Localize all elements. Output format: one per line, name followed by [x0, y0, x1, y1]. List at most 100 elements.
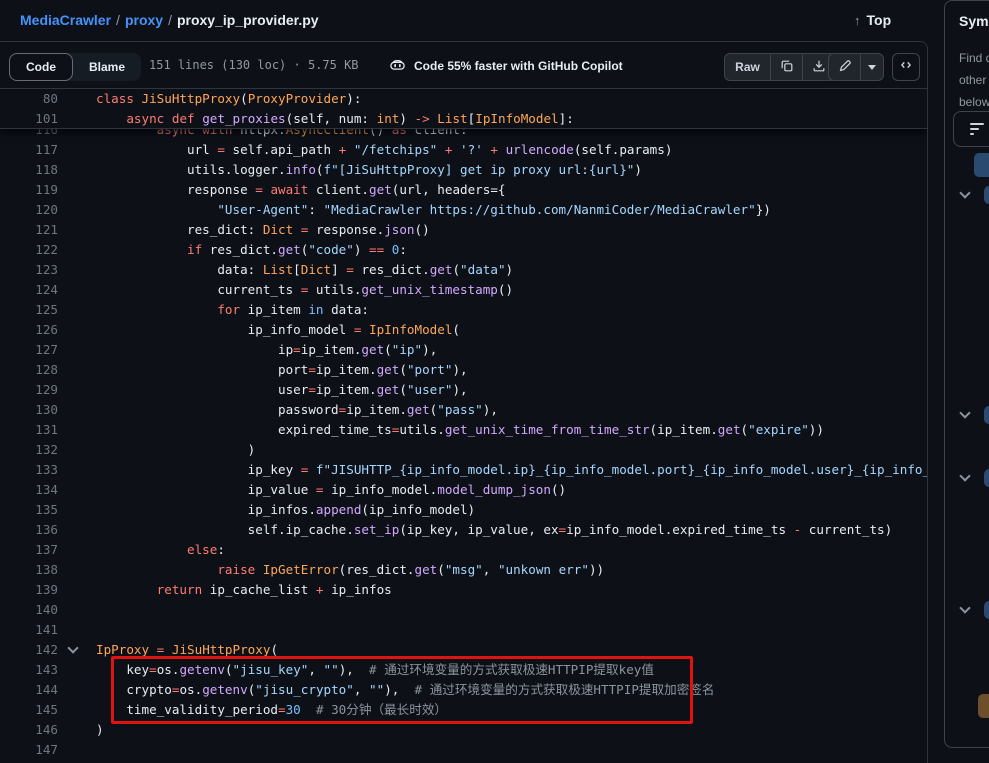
line-number[interactable]: 142: [0, 640, 58, 660]
line-number[interactable]: 120: [0, 200, 58, 220]
edit-options-dropdown[interactable]: [860, 54, 883, 80]
code-line: 128 port=ip_item.get("port"),: [0, 360, 927, 380]
line-number[interactable]: 128: [0, 360, 58, 380]
line-number[interactable]: 146: [0, 720, 58, 740]
line-number[interactable]: 134: [0, 480, 58, 500]
symbols-filter-button[interactable]: [953, 111, 989, 147]
back-to-top-button[interactable]: ↑Top: [854, 12, 891, 28]
code-text: ip_info_model = IpInfoModel(: [96, 320, 460, 340]
code-text: ip=ip_item.get("ip"),: [96, 340, 437, 360]
edit-group: [828, 53, 884, 81]
code-line: 139 return ip_cache_list + ip_infos: [0, 580, 927, 600]
line-number[interactable]: 125: [0, 300, 58, 320]
line-number[interactable]: 131: [0, 420, 58, 440]
line-number[interactable]: 145: [0, 700, 58, 720]
edit-file-button[interactable]: [829, 54, 860, 80]
code-text: class JiSuHttpProxy(ProxyProvider):: [96, 89, 361, 109]
line-number[interactable]: 139: [0, 580, 58, 600]
copilot-banner-text: Code 55% faster with GitHub Copilot: [414, 59, 623, 73]
line-number[interactable]: 117: [0, 140, 58, 160]
code-text: utils.logger.info(f"[JiSuHttpProxy] get …: [96, 160, 642, 180]
code-text: url = self.api_path + "/fetchips" + '?' …: [96, 140, 672, 160]
code-panel: 116 async with httpx.AsyncClient() as cl…: [0, 89, 927, 763]
line-number[interactable]: 140: [0, 600, 58, 620]
line-number[interactable]: 129: [0, 380, 58, 400]
code-line: 126 ip_info_model = IpInfoModel(: [0, 320, 927, 340]
line-number[interactable]: 121: [0, 220, 58, 240]
symbol-collapse-chevron-icon[interactable]: [959, 407, 970, 418]
breadcrumb-bar: MediaCrawler/proxy/proxy_ip_provider.py …: [0, 0, 928, 41]
code-line: 120 "User-Agent": "MediaCrawler https://…: [0, 200, 927, 220]
symbol-item-chip[interactable]: [984, 406, 989, 424]
code-blame-switch: Code Blame: [9, 53, 141, 81]
code-line: 132 ): [0, 440, 927, 460]
line-number[interactable]: 132: [0, 440, 58, 460]
raw-button[interactable]: Raw: [725, 54, 770, 80]
code-text: current_ts = utils.get_unix_timestamp(): [96, 280, 513, 300]
symbol-item-chip[interactable]: [984, 186, 989, 204]
symbols-panel-toggle-button[interactable]: [892, 53, 920, 81]
line-number[interactable]: 133: [0, 460, 58, 480]
code-line: 141: [0, 620, 927, 640]
code-text: port=ip_item.get("port"),: [96, 360, 468, 380]
symbol-item-chip[interactable]: [974, 153, 989, 177]
line-number[interactable]: 118: [0, 160, 58, 180]
tab-blame[interactable]: Blame: [73, 53, 141, 81]
symbol-collapse-chevron-icon[interactable]: [959, 602, 970, 613]
breadcrumb-repo-link[interactable]: MediaCrawler: [20, 12, 111, 28]
line-number[interactable]: 123: [0, 260, 58, 280]
line-number[interactable]: 130: [0, 400, 58, 420]
code-text: expired_time_ts=utils.get_unix_time_from…: [96, 420, 824, 440]
symbol-collapse-chevron-icon[interactable]: [959, 470, 970, 481]
code-text: user=ip_item.get("user"),: [96, 380, 468, 400]
code-line: 122 if res_dict.get("code") == 0:: [0, 240, 927, 260]
symbol-item-chip[interactable]: [978, 694, 989, 718]
symbol-item-chip[interactable]: [984, 469, 989, 487]
line-number[interactable]: 147: [0, 740, 58, 760]
line-number[interactable]: 138: [0, 560, 58, 580]
line-number[interactable]: 127: [0, 340, 58, 360]
code-text: res_dict: Dict = response.json(): [96, 220, 430, 240]
code-text: return ip_cache_list + ip_infos: [96, 580, 392, 600]
symbol-item-chip[interactable]: [984, 601, 989, 619]
code-text: ): [96, 440, 255, 460]
file-toolbar: Code Blame 151 lines (130 loc) · 5.75 KB…: [0, 42, 927, 89]
code-line: 137 else:: [0, 540, 927, 560]
chevron-down-icon: [868, 65, 876, 70]
line-number[interactable]: 101: [0, 109, 58, 129]
line-number[interactable]: 136: [0, 520, 58, 540]
line-number[interactable]: 143: [0, 660, 58, 680]
copilot-icon: [389, 57, 406, 74]
symbols-panel-description: Find definitions and references for func…: [959, 47, 989, 113]
breadcrumb-folder-link[interactable]: proxy: [125, 12, 163, 28]
symbols-sidebar: Symbols Find definitions and references …: [944, 0, 989, 748]
line-number[interactable]: 80: [0, 89, 58, 109]
line-number[interactable]: 144: [0, 680, 58, 700]
download-icon: [812, 59, 826, 76]
code-line: 140: [0, 600, 927, 620]
copilot-banner[interactable]: Code 55% faster with GitHub Copilot: [389, 57, 623, 74]
line-number[interactable]: 122: [0, 240, 58, 260]
line-number[interactable]: 137: [0, 540, 58, 560]
code-line: 138 raise IpGetError(res_dict.get("msg",…: [0, 560, 927, 580]
code-line: 135 ip_infos.append(ip_info_model): [0, 500, 927, 520]
code-text: password=ip_item.get("pass"),: [96, 400, 498, 420]
line-number[interactable]: 126: [0, 320, 58, 340]
symbol-collapse-chevron-icon[interactable]: [959, 187, 970, 198]
line-number[interactable]: 141: [0, 620, 58, 640]
copy-raw-button[interactable]: [770, 54, 802, 80]
line-number[interactable]: 124: [0, 280, 58, 300]
collapse-chevron-icon[interactable]: [67, 642, 78, 653]
file-container: Code Blame 151 lines (130 loc) · 5.75 KB…: [0, 41, 928, 763]
breadcrumb-filename: proxy_ip_provider.py: [177, 12, 319, 28]
code-line: 133 ip_key = f"JISUHTTP_{ip_info_model.i…: [0, 460, 927, 480]
code-line: 147: [0, 740, 927, 760]
line-number[interactable]: 135: [0, 500, 58, 520]
tab-code[interactable]: Code: [9, 53, 73, 81]
code-line: 125 for ip_item in data:: [0, 300, 927, 320]
line-number[interactable]: 119: [0, 180, 58, 200]
arrow-up-icon: ↑: [854, 13, 861, 28]
code-text: if res_dict.get("code") == 0:: [96, 240, 407, 260]
filter-icon: [970, 123, 984, 135]
code-line: 131 expired_time_ts=utils.get_unix_time_…: [0, 420, 927, 440]
